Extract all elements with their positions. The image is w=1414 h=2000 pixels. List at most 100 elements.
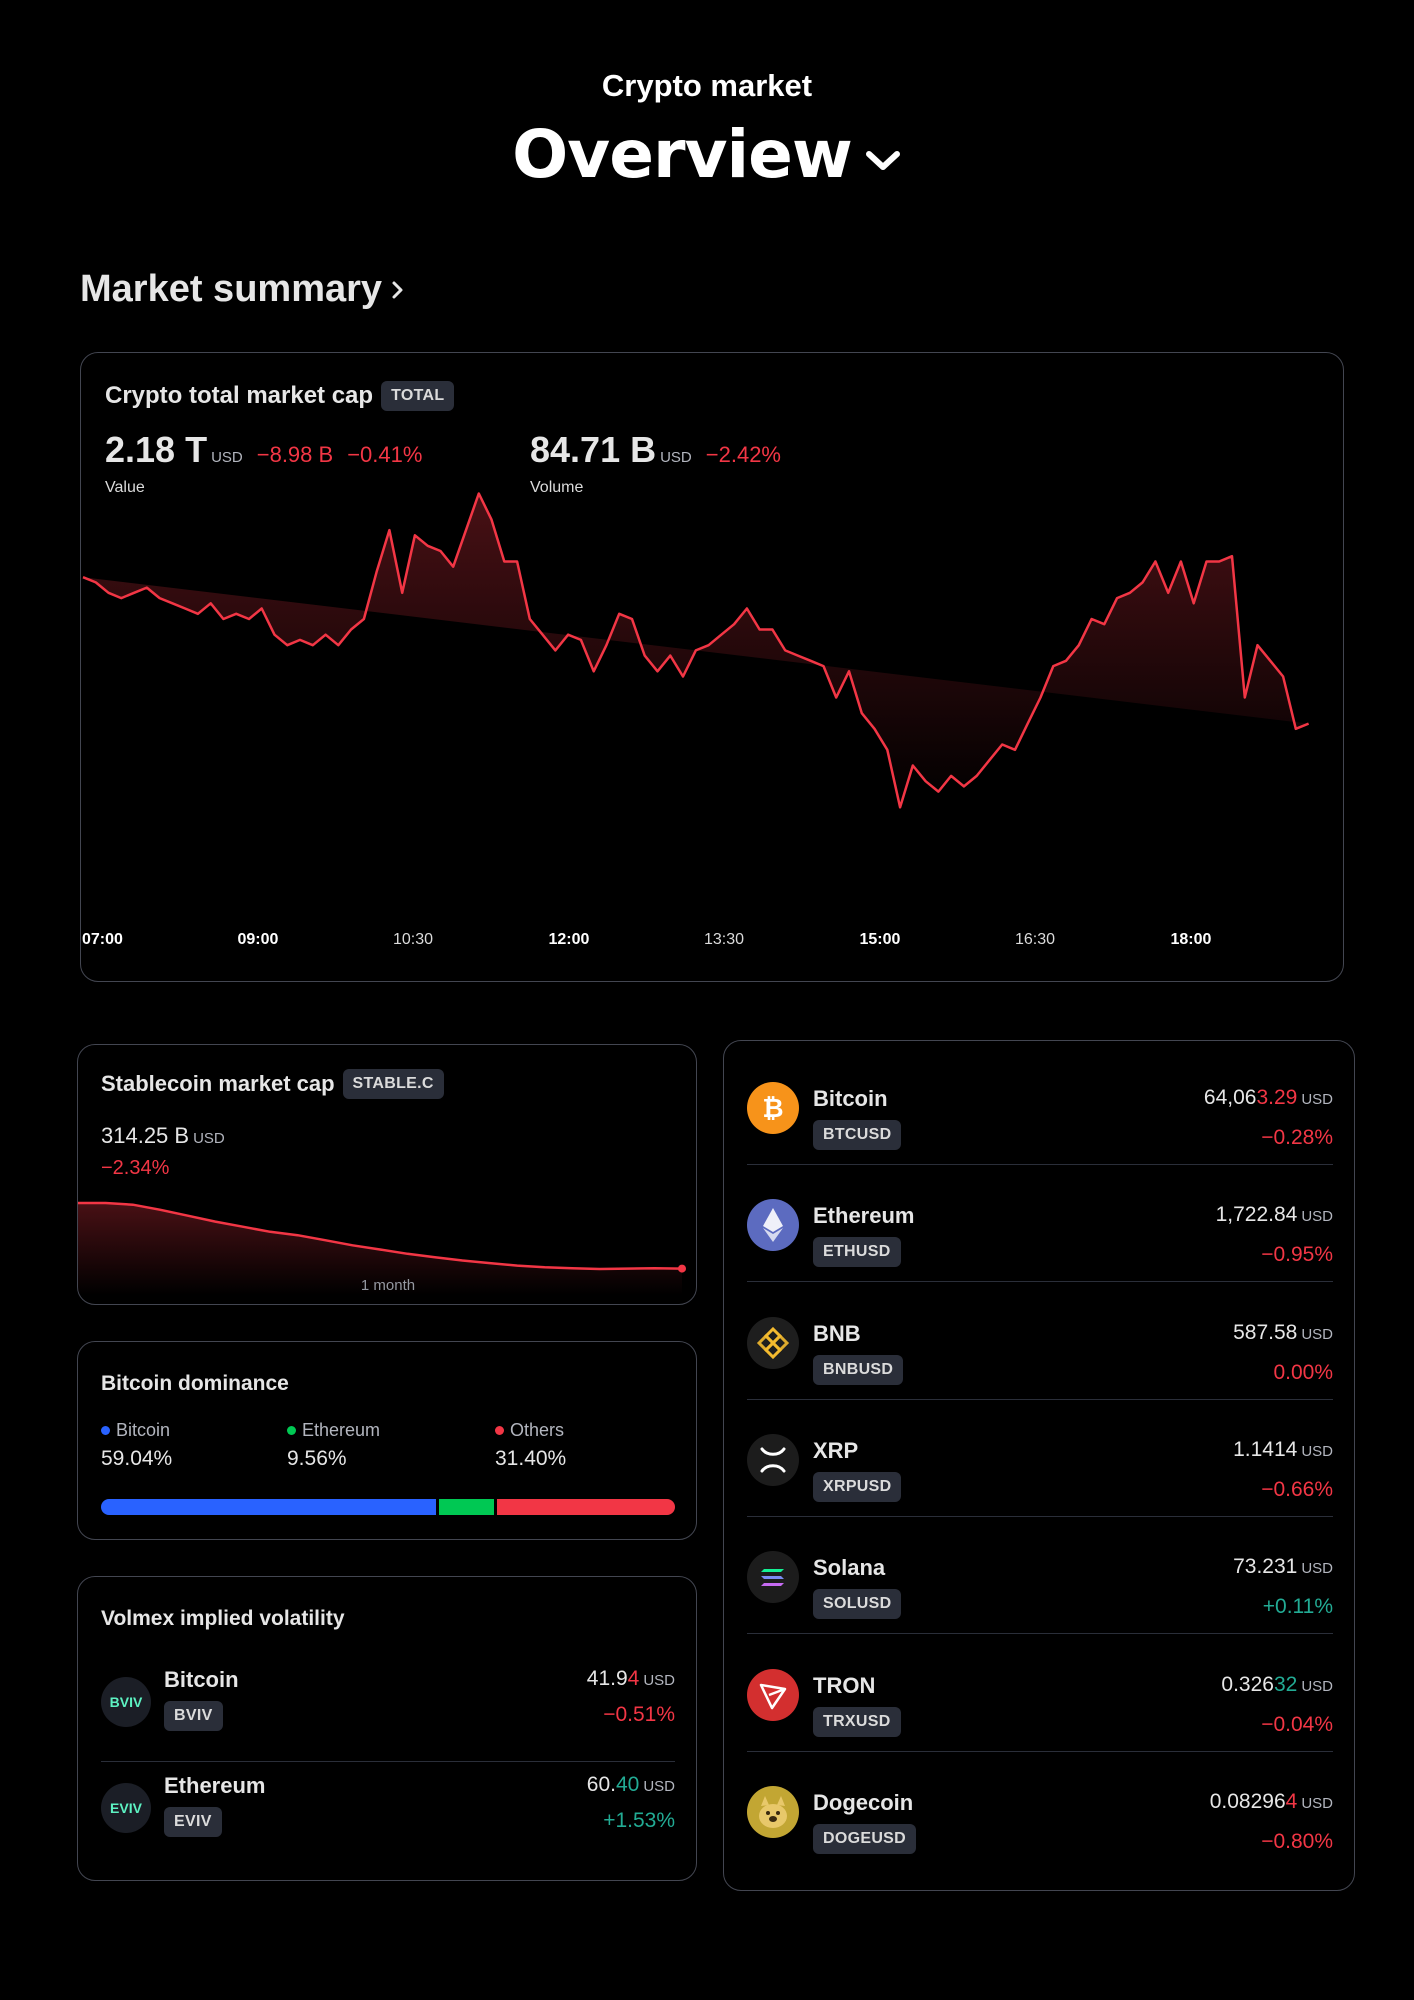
x-tick-label: 13:30 <box>704 931 745 948</box>
volatility-row[interactable]: EVIV Ethereum EVIV 60.40 USD +1.53% <box>101 1763 675 1859</box>
bitcoin-icon: ₿ <box>747 1082 799 1134</box>
index-price: 60.40 USD <box>587 1773 675 1797</box>
symbol-badge[interactable]: BVIV <box>164 1701 223 1731</box>
page-subtitle: Crypto market <box>601 68 813 103</box>
price-change: −0.04% <box>1261 1712 1333 1736</box>
card-title: Volmex implied volatility <box>101 1607 345 1630</box>
index-logo-icon: EVIV <box>101 1783 151 1833</box>
stablecoin-market-cap-card[interactable]: Stablecoin market cap STABLE.C 314.25 BU… <box>77 1044 697 1305</box>
market-summary-link[interactable]: Market summary <box>80 268 406 311</box>
price-main: 0.326 <box>1221 1672 1274 1696</box>
price-change: −0.95% <box>1261 1243 1333 1267</box>
index-price: 41.94 USD <box>587 1667 675 1691</box>
coin-price: 73.231 USD <box>1233 1555 1333 1579</box>
coin-name: TRON <box>813 1672 876 1698</box>
coin-name: Bitcoin <box>813 1086 888 1111</box>
x-tick-label: 15:00 <box>859 931 901 948</box>
price-change: +0.11% <box>1262 1595 1333 1619</box>
bitcoin-dominance-card[interactable]: Bitcoin dominance Bitcoin 59.04% Ethereu… <box>77 1341 697 1540</box>
legend-label: Ethereum <box>302 1420 381 1440</box>
coin-name: BNB <box>813 1320 861 1346</box>
value-change-pct: −0.41% <box>347 442 423 467</box>
x-tick-label: 12:00 <box>548 931 590 948</box>
dominance-others: Others 31.40% <box>495 1420 566 1471</box>
price-unit: USD <box>1301 1442 1333 1460</box>
price-unit: USD <box>1301 1208 1333 1226</box>
coin-price: 1.1414 USD <box>1233 1438 1333 1462</box>
x-tick-label: 18:00 <box>1170 931 1212 948</box>
coin-price: 64,063.29 USD <box>1204 1086 1333 1110</box>
total-market-cap-card[interactable]: Crypto total market cap TOTAL 2.18 T USD… <box>80 352 1344 982</box>
symbol-badge[interactable]: EVIV <box>164 1807 222 1837</box>
legend-dot <box>101 1426 110 1435</box>
price-unit: USD <box>1301 1325 1333 1343</box>
symbol-badge[interactable]: BNBUSD <box>813 1354 904 1385</box>
coins-list-card: ₿ Bitcoin BTCUSD 64,063.29 USD −0.28% Ethereum… <box>723 1040 1355 1891</box>
symbol-badge[interactable]: ETHUSD <box>813 1237 901 1268</box>
x-tick-label: 07:00 <box>82 931 123 948</box>
index-logo-icon: BVIV <box>101 1677 151 1727</box>
dominance-bar <box>101 1499 675 1515</box>
ethereum-icon <box>747 1199 799 1252</box>
dominance-pct: 9.56% <box>287 1447 347 1470</box>
volmex-implied-volatility-card[interactable]: Volmex implied volatility BVIV Bitcoin BVI… <box>77 1576 697 1881</box>
tron-icon <box>747 1668 799 1721</box>
coin-row-solusd[interactable]: Solana SOLUSD 73.231 USD +0.11% <box>747 1517 1333 1635</box>
legend-dot <box>287 1426 296 1435</box>
xrp-icon <box>747 1433 799 1486</box>
legend-label: Others <box>510 1420 565 1440</box>
x-tick-label: 16:30 <box>1015 931 1056 948</box>
symbol-badge[interactable]: BTCUSD <box>813 1120 902 1150</box>
chevron-down-icon <box>865 151 900 170</box>
price-main: 60. <box>586 1773 616 1796</box>
stablecoin-value: 314.25 B USD <box>101 1123 225 1149</box>
coin-row-bnbusd[interactable]: BNB BNBUSD 587.58 USD 0.00% <box>747 1283 1333 1400</box>
symbol-badge[interactable]: XRPUSD <box>813 1471 902 1502</box>
coin-name: Dogecoin <box>813 1789 914 1815</box>
page-title: Overview <box>512 116 853 193</box>
coin-name: Ethereum <box>813 1203 915 1229</box>
index-name: Ethereum <box>164 1773 266 1798</box>
coin-price: 587.58 USD <box>1233 1321 1333 1345</box>
symbol-badge[interactable]: TRXUSD <box>813 1706 901 1737</box>
coin-row-trxusd[interactable]: TRON TRXUSD 0.32632 USD −0.04% <box>747 1635 1333 1752</box>
price-main: 587.58 <box>1233 1320 1298 1344</box>
solana-icon <box>747 1551 799 1604</box>
price-change: 0.00% <box>1273 1360 1333 1384</box>
value-unit: USD <box>193 1130 225 1147</box>
symbol-badge[interactable]: SOLUSD <box>813 1589 902 1620</box>
symbol-badge[interactable]: DOGEUSD <box>813 1823 916 1854</box>
price-unit: USD <box>1301 1091 1333 1108</box>
volume-amount: 84.71 B <box>530 429 657 470</box>
value-change-abs: −8.98 B <box>256 442 334 467</box>
page-title-dropdown[interactable]: Overview <box>0 122 1414 188</box>
dogecoin-icon <box>747 1785 799 1838</box>
card-title: Bitcoin dominance <box>101 1372 289 1395</box>
price-tick: 32 <box>1273 1672 1298 1696</box>
coin-row-xrpusd[interactable]: XRP XRPUSD 1.1414 USD −0.66% <box>747 1400 1333 1517</box>
symbol-badge[interactable]: STABLE.C <box>342 1069 444 1099</box>
price-change: +1.53% <box>603 1809 675 1832</box>
card-title: Crypto total market cap <box>105 382 374 409</box>
sparkline-last-point <box>678 1264 686 1273</box>
row-divider <box>101 1761 675 1762</box>
price-unit: USD <box>1301 1560 1333 1578</box>
dominance-segment-ethereum <box>439 1499 494 1515</box>
card-title: Stablecoin market cap <box>101 1071 335 1096</box>
value-amount: 2.18 T <box>105 429 208 470</box>
x-tick-label: 10:30 <box>393 931 434 948</box>
price-main: 1.1414 <box>1233 1437 1298 1461</box>
coin-row-ethusd[interactable]: Ethereum ETHUSD 1,722.84 USD −0.95% <box>747 1165 1333 1283</box>
price-tick: 40 <box>615 1773 640 1796</box>
volatility-row[interactable]: BVIV Bitcoin BVIV 41.94 USD −0.51% <box>101 1657 675 1762</box>
coin-row-dogeusd[interactable]: Dogecoin DOGEUSD 0.082964 USD −0.80% <box>747 1752 1333 1869</box>
coin-row-btcusd[interactable]: ₿ Bitcoin BTCUSD 64,063.29 USD −0.28% <box>747 1048 1333 1165</box>
period-label: 1 month <box>360 1277 416 1294</box>
chevron-right-icon <box>392 281 403 298</box>
volume-unit: USD <box>660 449 692 466</box>
volume-label: Volume <box>530 479 584 496</box>
symbol-badge[interactable]: TOTAL <box>381 381 455 411</box>
x-tick-label: 09:00 <box>237 931 279 948</box>
dominance-bitcoin: Bitcoin 59.04% <box>101 1420 172 1471</box>
value-stat: 2.18 T USD −8.98 B −0.41% Value <box>105 429 422 497</box>
